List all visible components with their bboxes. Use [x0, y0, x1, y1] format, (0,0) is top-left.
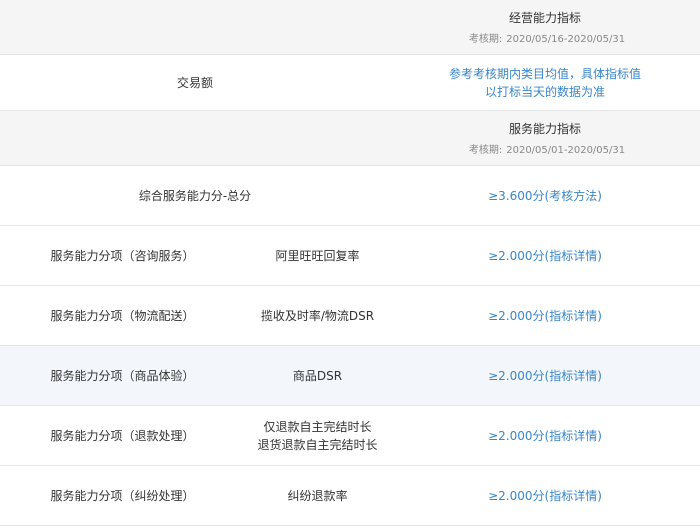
category-cell: 服务能力分项（退款处理）	[0, 406, 245, 465]
total-score-label: 综合服务能力分-总分	[138, 189, 252, 203]
metric-label: 商品DSR	[292, 369, 343, 383]
detail-link[interactable]: ≥2.000分(指标详情)	[488, 367, 602, 384]
service-period-label: 考核期:	[468, 145, 503, 156]
service-section-header: 服务能力指标 考核期: 2020/05/01-2020/05/31	[0, 111, 700, 166]
trade-amount-row: 交易额 参考考核期内类目均值，具体指标值 以打标当天的数据为准	[0, 55, 700, 111]
category-label: 服务能力分项（纠纷处理）	[50, 489, 195, 503]
business-section-title: 经营能力指标	[508, 11, 581, 25]
metric-label: 阿里旺旺回复率	[275, 249, 360, 263]
trade-amount-note-line2[interactable]: 以打标当天的数据为准	[485, 83, 605, 101]
category-label: 服务能力分项（退款处理）	[50, 429, 195, 443]
business-section-title-cell: 经营能力指标 考核期: 2020/05/16-2020/05/31	[390, 0, 700, 54]
service-period-value: 2020/05/01-2020/05/31	[506, 145, 626, 156]
detail-link[interactable]: ≥2.000分(指标详情)	[488, 427, 602, 444]
total-score-link[interactable]: ≥3.600分(考核方法)	[488, 187, 602, 204]
service-section-title-cell: 服务能力指标 考核期: 2020/05/01-2020/05/31	[390, 111, 700, 165]
table-row: 服务能力分项（商品体验） 商品DSR ≥2.000分(指标详情)	[0, 346, 700, 406]
trade-amount-note-cell[interactable]: 参考考核期内类目均值，具体指标值 以打标当天的数据为准	[390, 55, 700, 110]
table-row: 服务能力分项（物流配送） 揽收及时率/物流DSR ≥2.000分(指标详情)	[0, 286, 700, 346]
total-score-link-cell: ≥3.600分(考核方法)	[390, 166, 700, 225]
detail-link-cell: ≥2.000分(指标详情)	[390, 286, 700, 345]
category-label: 服务能力分项（物流配送）	[50, 309, 195, 323]
business-section-header: 经营能力指标 考核期: 2020/05/16-2020/05/31	[0, 0, 700, 55]
table-row: 服务能力分项（纠纷处理） 纠纷退款率 ≥2.000分(指标详情)	[0, 466, 700, 526]
category-label: 服务能力分项（咨询服务）	[50, 249, 195, 263]
metric-label: 揽收及时率/物流DSR	[260, 309, 375, 323]
detail-link[interactable]: ≥2.000分(指标详情)	[488, 487, 602, 504]
category-cell: 服务能力分项（物流配送）	[0, 286, 245, 345]
detail-link[interactable]: ≥2.000分(指标详情)	[488, 247, 602, 264]
metric-cell: 商品DSR	[245, 346, 390, 405]
trade-amount-label-cell: 交易额	[0, 55, 390, 110]
total-score-row: 综合服务能力分-总分 ≥3.600分(考核方法)	[0, 166, 700, 226]
metric-label-line2: 退货退款自主完结时长	[257, 437, 378, 452]
detail-link[interactable]: ≥2.000分(指标详情)	[488, 307, 602, 324]
metric-cell: 仅退款自主完结时长 退货退款自主完结时长	[245, 406, 390, 465]
business-period-label: 考核期:	[468, 34, 503, 45]
trade-amount-label: 交易额	[176, 76, 213, 90]
category-cell: 服务能力分项（纠纷处理）	[0, 466, 245, 525]
service-section-title: 服务能力指标	[508, 122, 581, 136]
detail-link-cell: ≥2.000分(指标详情)	[390, 466, 700, 525]
category-label: 服务能力分项（商品体验）	[50, 369, 195, 383]
business-period-value: 2020/05/16-2020/05/31	[506, 34, 626, 45]
metric-label: 纠纷退款率	[287, 489, 348, 503]
metric-label: 仅退款自主完结时长	[263, 419, 372, 434]
table-row: 服务能力分项（咨询服务） 阿里旺旺回复率 ≥2.000分(指标详情)	[0, 226, 700, 286]
category-cell: 服务能力分项（商品体验）	[0, 346, 245, 405]
trade-amount-note-line1[interactable]: 参考考核期内类目均值，具体指标值	[449, 65, 641, 83]
indicator-table: 经营能力指标 考核期: 2020/05/16-2020/05/31 交易额 参考考…	[0, 0, 700, 526]
total-score-label-cell: 综合服务能力分-总分	[0, 166, 390, 225]
category-cell: 服务能力分项（咨询服务）	[0, 226, 245, 285]
table-row: 服务能力分项（退款处理） 仅退款自主完结时长 退货退款自主完结时长 ≥2.000…	[0, 406, 700, 466]
service-period: 考核期: 2020/05/01-2020/05/31	[465, 141, 625, 156]
detail-link-cell: ≥2.000分(指标详情)	[390, 406, 700, 465]
metric-cell: 阿里旺旺回复率	[245, 226, 390, 285]
detail-link-cell: ≥2.000分(指标详情)	[390, 346, 700, 405]
metric-cell: 揽收及时率/物流DSR	[245, 286, 390, 345]
detail-link-cell: ≥2.000分(指标详情)	[390, 226, 700, 285]
business-period: 考核期: 2020/05/16-2020/05/31	[465, 30, 625, 45]
metric-cell: 纠纷退款率	[245, 466, 390, 525]
